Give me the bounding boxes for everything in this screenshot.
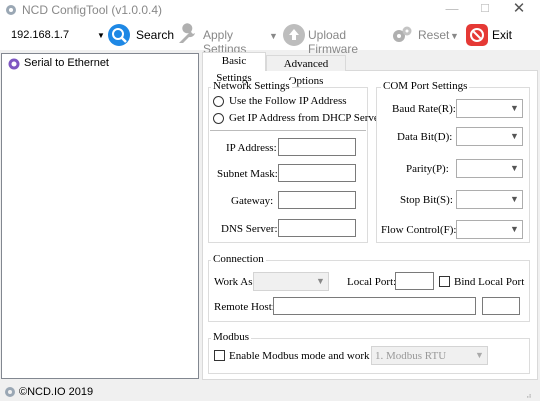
baud-rate-label: Baud Rate(R): <box>392 103 456 115</box>
radio-dhcp[interactable] <box>213 113 224 124</box>
chevron-down-icon: ▼ <box>316 276 325 286</box>
radio-follow-ip[interactable] <box>213 96 224 107</box>
exit-icon <box>466 24 488 46</box>
chevron-down-icon: ▼ <box>510 103 519 113</box>
chevron-down-icon: ▼ <box>510 163 519 173</box>
wrench-icon <box>179 23 195 43</box>
subnet-mask-label: Subnet Mask: <box>217 168 278 180</box>
ip-address-value: 192.168.1.7 <box>11 29 70 41</box>
ip-address-label: IP Address: <box>226 142 277 154</box>
search-icon <box>108 24 130 46</box>
gateway-label: Gateway: <box>231 195 274 207</box>
parity-select[interactable]: ▼ <box>456 159 523 178</box>
app-gear-icon <box>6 5 16 15</box>
chevron-down-icon[interactable]: ▼ <box>269 31 278 41</box>
exit-label: Exit <box>492 28 513 42</box>
data-bit-label: Data Bit(D): <box>397 131 453 143</box>
chevron-down-icon[interactable]: ▼ <box>450 31 459 41</box>
stop-bit-select[interactable]: ▼ <box>456 190 523 209</box>
exit-button[interactable]: Exit <box>465 22 515 48</box>
modbus-mode-select[interactable]: 1. Modbus RTU ▼ <box>371 346 488 365</box>
minimize-button[interactable]: — <box>445 2 459 16</box>
chevron-down-icon: ▼ <box>510 194 519 204</box>
upload-icon <box>283 24 305 46</box>
tab-advanced-options[interactable]: Advanced Options <box>266 55 346 87</box>
search-button[interactable]: Search <box>107 22 175 48</box>
work-as-select[interactable]: ▼ <box>253 272 329 291</box>
search-label: Search <box>136 28 175 42</box>
com-port-settings-title: COM Port Settings <box>381 80 470 92</box>
stop-bit-label: Stop Bit(S): <box>400 194 453 206</box>
radio-dhcp-label: Get IP Address from DHCP Server <box>229 112 383 124</box>
ip-address-field[interactable] <box>278 138 356 156</box>
chevron-down-icon[interactable]: ▼ <box>97 31 105 40</box>
ip-address-combo[interactable]: 192.168.1.7 ▼ <box>6 25 105 46</box>
data-bit-select[interactable]: ▼ <box>456 127 523 146</box>
reset-gears-icon <box>393 26 412 42</box>
device-tree-panel: Serial to Ethernet <box>1 53 199 379</box>
remote-port-field[interactable] <box>482 297 520 315</box>
enable-modbus-label: Enable Modbus mode and work as <box>229 350 382 362</box>
bind-local-port-checkbox[interactable] <box>439 276 450 287</box>
baud-rate-select[interactable]: ▼ <box>456 99 523 118</box>
tree-item-label: Serial to Ethernet <box>24 57 109 69</box>
divider <box>210 130 366 131</box>
gateway-field[interactable] <box>278 191 356 209</box>
remote-host-label: Remote Host: <box>214 301 275 313</box>
chevron-down-icon: ▼ <box>510 131 519 141</box>
status-copyright: ©NCD.IO 2019 <box>19 386 94 398</box>
radio-follow-ip-label: Use the Follow IP Address <box>229 95 347 107</box>
enable-modbus-checkbox[interactable] <box>214 350 225 361</box>
modbus-title: Modbus <box>211 331 252 343</box>
parity-label: Parity(P): <box>406 163 449 175</box>
maximize-button[interactable]: ☐ <box>478 2 492 16</box>
remote-host-field[interactable] <box>273 297 476 315</box>
apply-settings-button[interactable]: Apply Settings ▼ <box>175 22 278 56</box>
device-icon <box>8 58 20 70</box>
chevron-down-icon: ▼ <box>510 224 519 234</box>
work-as-label: Work As <box>214 276 253 288</box>
flow-control-select[interactable]: ▼ <box>456 220 523 239</box>
gear-icon <box>5 387 15 397</box>
connection-title: Connection <box>211 253 266 265</box>
bind-local-port-label: Bind Local Port <box>454 276 525 288</box>
close-window-button[interactable]: ✕ <box>512 1 526 16</box>
upload-firmware-label: Upload Firmware <box>308 28 358 56</box>
dns-server-label: DNS Server: <box>221 223 278 235</box>
reset-label: Reset <box>418 28 450 42</box>
chevron-down-icon: ▼ <box>475 350 484 360</box>
upload-firmware-button[interactable]: Upload Firmware <box>282 22 386 56</box>
resize-grip-icon[interactable]: ⣠ <box>526 389 532 398</box>
tab-basic-settings[interactable]: Basic Settings <box>202 52 266 84</box>
flow-control-label: Flow Control(F): <box>381 224 457 236</box>
subnet-mask-field[interactable] <box>278 164 356 182</box>
modbus-mode-value: 1. Modbus RTU <box>375 350 447 362</box>
window-title: NCD ConfigTool (v1.0.0.4) <box>22 3 163 17</box>
local-port-field[interactable] <box>395 272 434 290</box>
reset-button[interactable]: Reset ▼ <box>390 22 459 48</box>
local-port-label: Local Port: <box>347 276 397 288</box>
dns-server-field[interactable] <box>278 219 356 237</box>
